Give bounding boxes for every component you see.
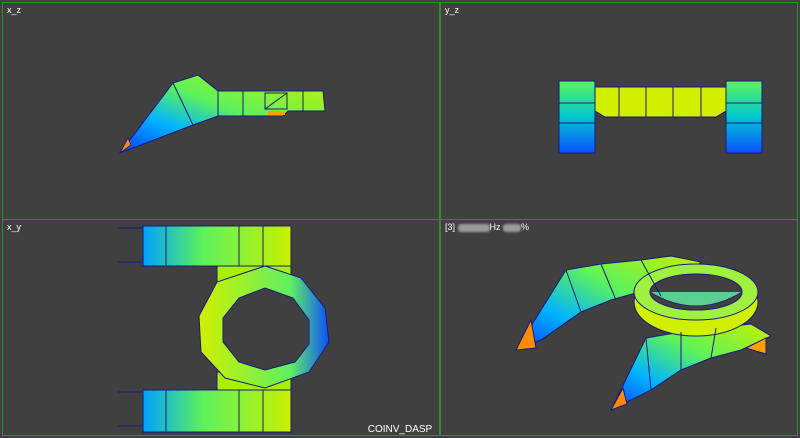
lower-arm-iso — [609, 323, 773, 412]
model-view-xz — [118, 74, 326, 155]
left-pillar-yz — [558, 80, 596, 154]
wing-shape-xz — [118, 74, 326, 155]
model-title: COINV_DASP — [367, 424, 433, 435]
viewport-yz[interactable]: y_z — [440, 2, 798, 220]
viewport-xz[interactable]: x_z — [2, 2, 440, 220]
right-pillar-yz — [725, 80, 763, 154]
viewport-xy[interactable]: x_y — [2, 219, 440, 436]
model-view-xy — [118, 225, 330, 433]
beam-yz — [594, 86, 727, 118]
model-view-iso — [514, 255, 773, 412]
modal-viewer: x_z y_z x_y [3] Hz % COINV_DASP — [0, 0, 800, 438]
model-view-yz — [558, 80, 763, 154]
viewport-iso[interactable]: [3] Hz % — [440, 219, 798, 436]
arm-top-xy — [142, 225, 292, 267]
